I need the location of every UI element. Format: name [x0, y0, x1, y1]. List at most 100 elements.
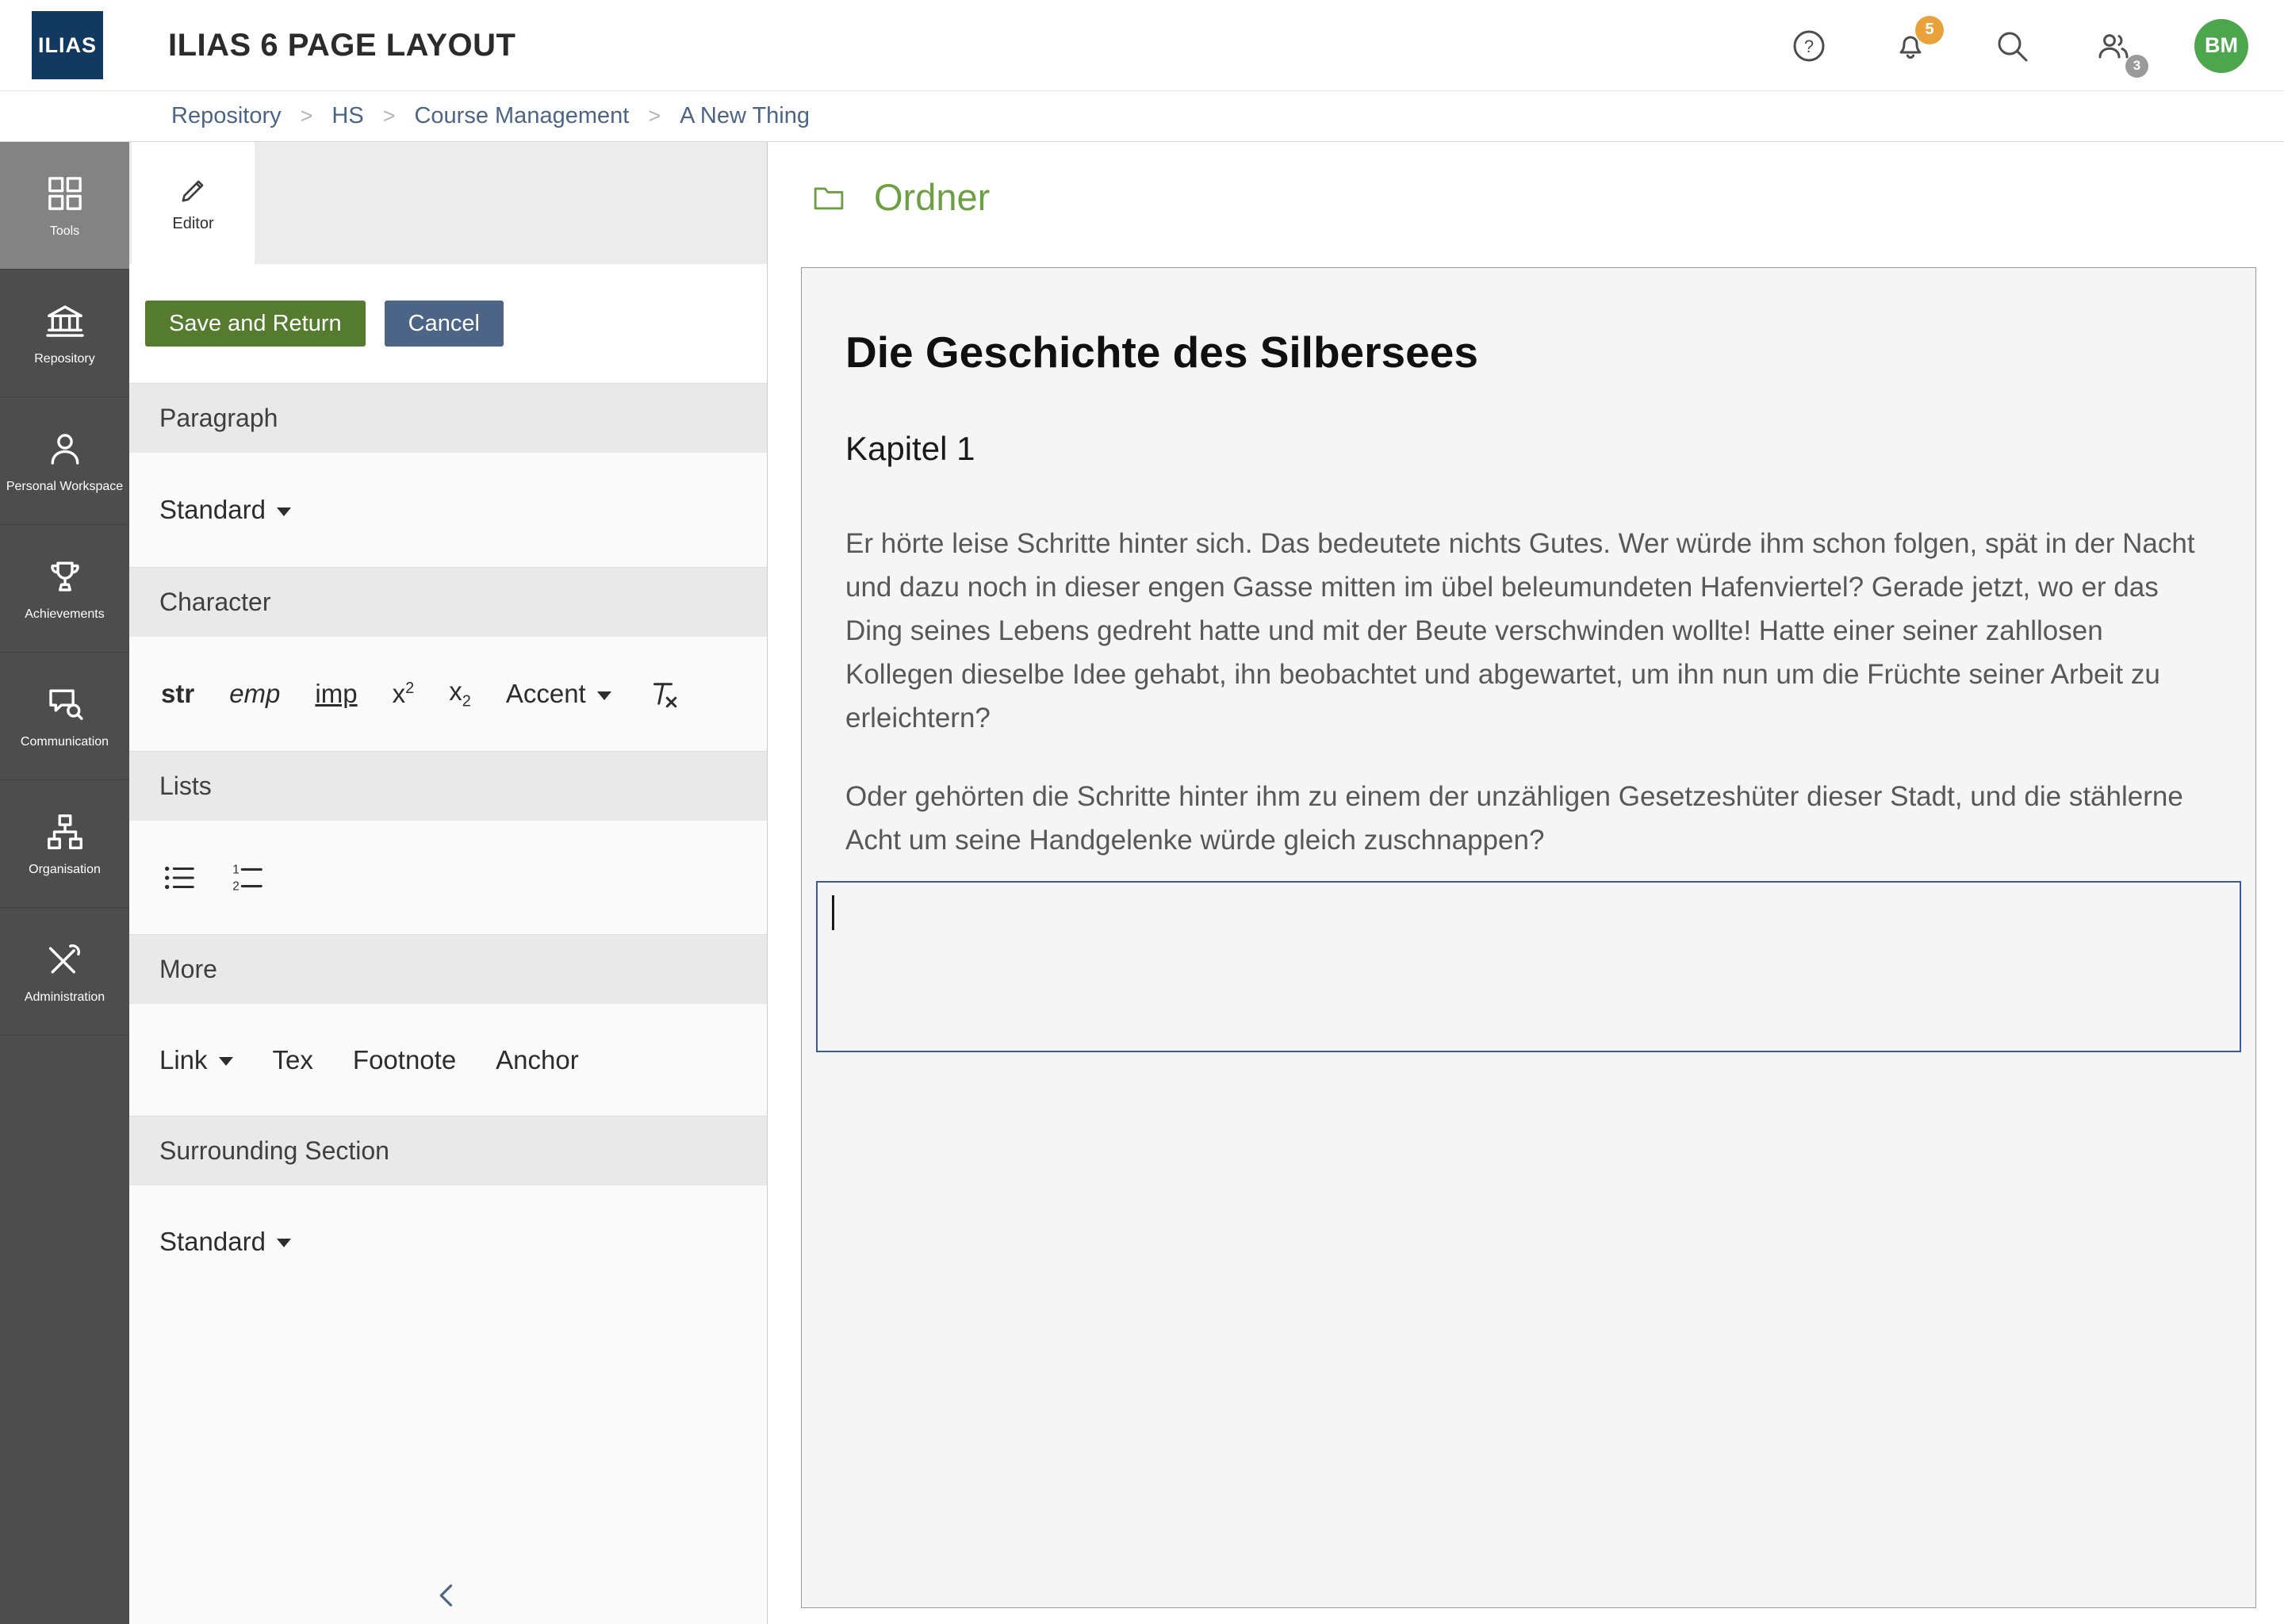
paragraph-style-row: Standard	[129, 453, 767, 567]
paragraph-style-select[interactable]: Standard	[159, 495, 291, 525]
notification-badge: 5	[1915, 16, 1944, 44]
breadcrumb-course-management[interactable]: Course Management	[414, 103, 629, 129]
orgchart-icon	[44, 810, 86, 853]
breadcrumb-separator: >	[648, 104, 661, 128]
content-paragraph-2[interactable]: Oder gehörten die Schritte hinter ihm zu…	[845, 775, 2212, 862]
footnote-button[interactable]: Footnote	[353, 1045, 456, 1075]
svg-text:1: 1	[232, 863, 240, 876]
page-title-header: ILIAS 6 PAGE LAYOUT	[168, 0, 515, 91]
collapse-panel-button[interactable]	[431, 1579, 465, 1612]
sidebar-item-label: Tools	[50, 224, 79, 239]
ilias-logo[interactable]: ILIAS	[32, 11, 103, 79]
user-avatar[interactable]: BM	[2194, 19, 2248, 73]
tex-button[interactable]: Tex	[273, 1045, 313, 1075]
editor-actions: Save and Return Cancel	[129, 264, 767, 383]
content-subheading[interactable]: Kapitel 1	[845, 430, 2212, 468]
chevron-down-icon	[219, 1057, 233, 1066]
chat-search-icon	[44, 683, 86, 726]
sidebar-item-administration[interactable]: Administration	[0, 908, 129, 1036]
more-buttons-row: Link Tex Footnote Anchor	[129, 1004, 767, 1116]
search-button[interactable]	[1991, 25, 2033, 67]
collapse-row	[129, 1567, 767, 1624]
subscript-button[interactable]: x2	[449, 676, 471, 711]
breadcrumb-separator: >	[383, 104, 396, 128]
numbered-list-button[interactable]: 1 2	[229, 860, 266, 896]
clear-format-button[interactable]	[646, 677, 680, 710]
breadcrumb-repository[interactable]: Repository	[171, 103, 282, 129]
grid-icon	[44, 172, 86, 215]
anchor-button[interactable]: Anchor	[496, 1045, 579, 1075]
superscript-button[interactable]: x2	[393, 679, 415, 709]
paragraph-style-value: Standard	[159, 495, 266, 525]
bank-icon	[44, 300, 86, 343]
cancel-button[interactable]: Cancel	[385, 301, 504, 347]
text-cursor	[832, 895, 834, 930]
help-button[interactable]: ?	[1788, 25, 1830, 67]
tab-editor-label: Editor	[172, 215, 213, 233]
top-header: ILIAS ILIAS 6 PAGE LAYOUT ? 5	[0, 0, 2284, 91]
breadcrumb-a-new-thing[interactable]: A New Thing	[680, 103, 810, 129]
sidebar-item-label: Organisation	[29, 863, 101, 877]
accent-label: Accent	[506, 679, 586, 709]
sidebar-item-communication[interactable]: Communication	[0, 653, 129, 780]
important-button[interactable]: imp	[315, 679, 357, 709]
svg-text:?: ?	[1804, 36, 1814, 56]
sidebar-item-label: Repository	[34, 352, 94, 366]
svg-text:2: 2	[232, 879, 240, 893]
editor-tab-row: Editor	[129, 142, 767, 264]
sidebar-item-tools[interactable]: Tools	[0, 142, 129, 270]
object-header: Ordner	[807, 175, 990, 219]
contacts-badge: 3	[2125, 55, 2148, 78]
breadcrumb-hs[interactable]: HS	[331, 103, 363, 129]
strong-button[interactable]: str	[161, 679, 194, 709]
breadcrumb: Repository > HS > Course Management > A …	[0, 91, 2284, 142]
crossed-tools-icon	[44, 938, 86, 981]
surrounding-style-value: Standard	[159, 1227, 266, 1257]
main-sidebar: Tools Repository Personal Workspace	[0, 142, 129, 1624]
more-section-header: More	[129, 934, 767, 1004]
trophy-icon	[44, 555, 86, 598]
sidebar-item-repository[interactable]: Repository	[0, 270, 129, 397]
content-paragraph-1[interactable]: Er hörte leise Schritte hinter sich. Das…	[845, 522, 2212, 740]
editor-panel: Editor Save and Return Cancel Paragraph …	[129, 142, 768, 1624]
paragraph-section-header: Paragraph	[129, 383, 767, 453]
surrounding-style-row: Standard	[129, 1185, 767, 1297]
editor-panel-filler	[129, 1297, 767, 1567]
header-actions: ? 5	[1788, 0, 2248, 91]
sidebar-item-personal-workspace[interactable]: Personal Workspace	[0, 397, 129, 525]
link-label: Link	[159, 1045, 208, 1075]
person-icon	[44, 427, 86, 470]
chevron-down-icon	[277, 1239, 291, 1247]
folder-icon	[807, 179, 850, 216]
lists-section-header: Lists	[129, 751, 767, 821]
contacts-button[interactable]: 3	[2093, 25, 2134, 67]
chevron-down-icon	[597, 691, 611, 700]
help-icon: ?	[1790, 27, 1828, 65]
sidebar-item-label: Achievements	[25, 607, 105, 622]
sidebar-item-label: Communication	[21, 735, 109, 749]
character-buttons-row: str emp imp x2 x2 Accent	[129, 637, 767, 751]
link-dropdown[interactable]: Link	[159, 1045, 233, 1075]
sidebar-item-organisation[interactable]: Organisation	[0, 780, 129, 908]
content-heading[interactable]: Die Geschichte des Silbersees	[845, 327, 2212, 377]
emphasis-button[interactable]: emp	[229, 679, 280, 709]
bullet-list-button[interactable]	[161, 860, 197, 896]
subscript-base: x	[449, 676, 462, 706]
surrounding-style-select[interactable]: Standard	[159, 1227, 291, 1257]
sidebar-item-achievements[interactable]: Achievements	[0, 525, 129, 653]
subscript-index: 2	[462, 693, 471, 710]
save-and-return-button[interactable]: Save and Return	[145, 301, 366, 347]
inline-edit-area[interactable]	[816, 881, 2241, 1052]
sidebar-item-label: Administration	[25, 990, 105, 1005]
accent-dropdown[interactable]: Accent	[506, 679, 611, 709]
page-content: Die Geschichte des Silbersees Kapitel 1 …	[801, 267, 2256, 1608]
clear-format-icon	[646, 677, 680, 710]
notifications-button[interactable]: 5	[1890, 25, 1931, 67]
breadcrumb-separator: >	[301, 104, 313, 128]
pencil-icon	[177, 174, 210, 207]
chevron-down-icon	[277, 508, 291, 516]
bullet-list-icon	[161, 860, 197, 896]
search-icon	[1993, 27, 2031, 65]
sidebar-item-label: Personal Workspace	[6, 480, 123, 494]
tab-editor[interactable]: Editor	[132, 142, 255, 264]
